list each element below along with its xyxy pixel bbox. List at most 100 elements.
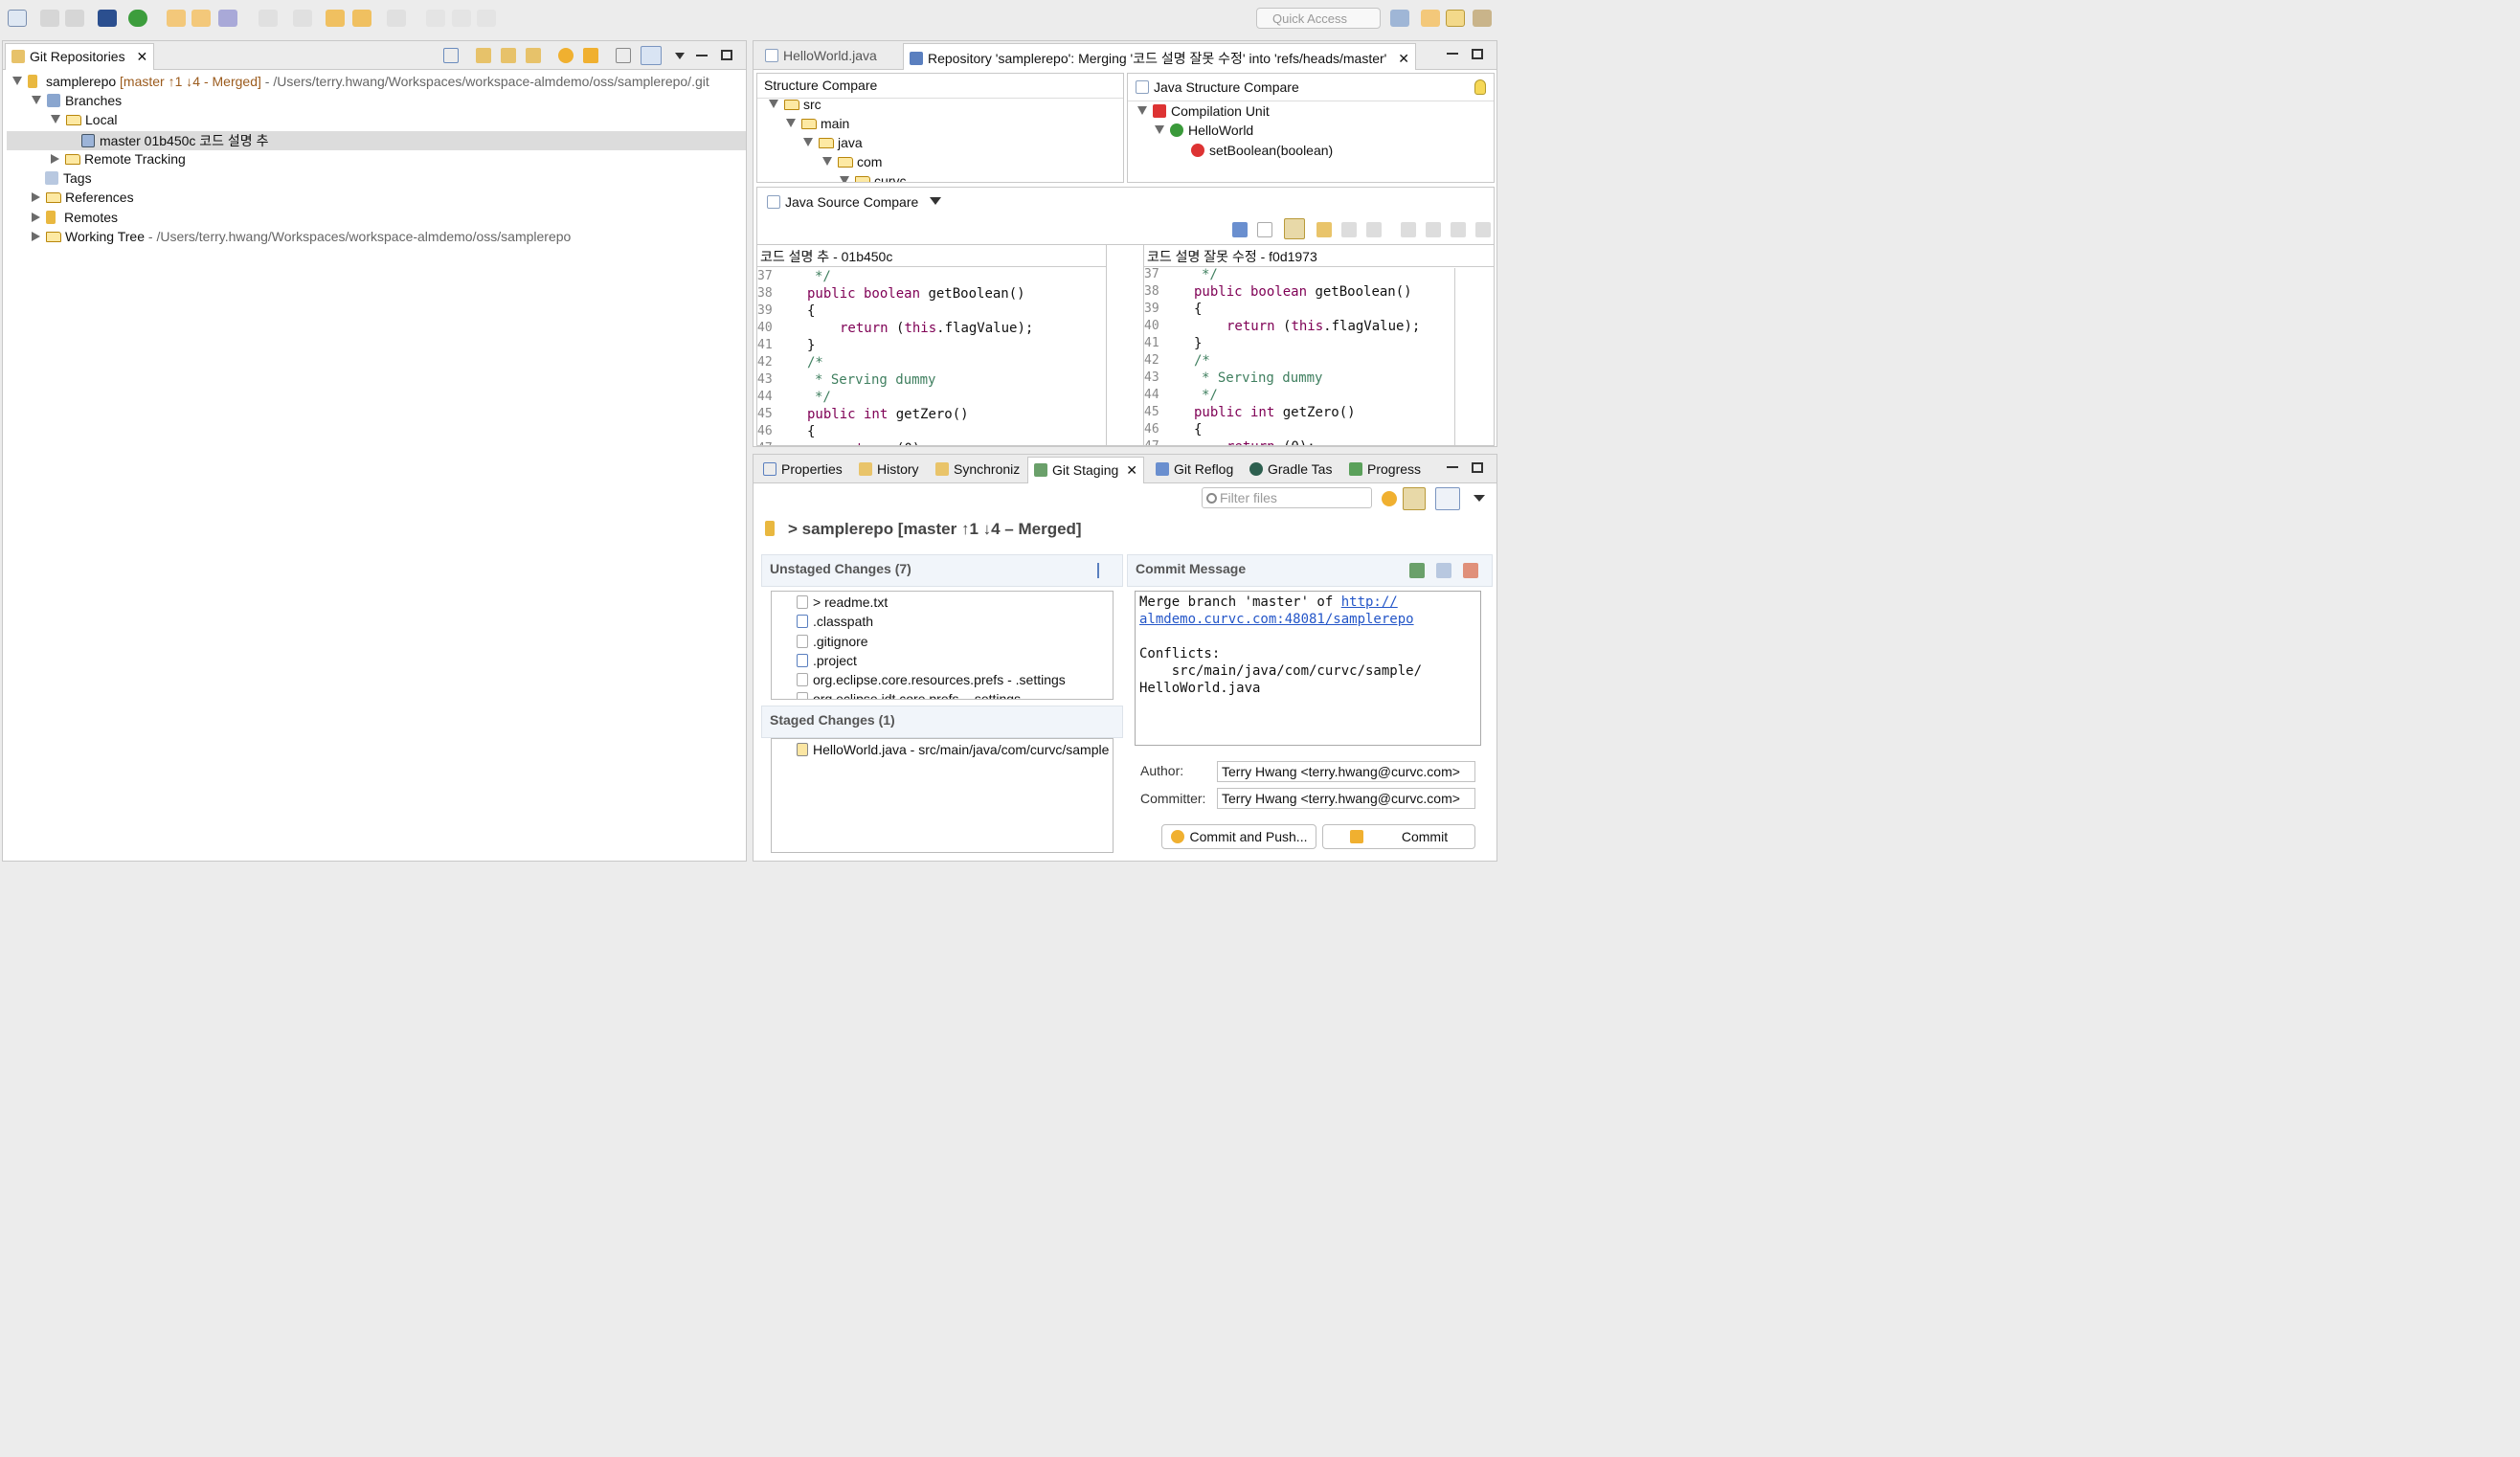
terminal-icon[interactable] <box>98 10 117 27</box>
back-icon[interactable] <box>352 10 371 27</box>
view-menu-icon[interactable] <box>675 53 685 59</box>
add-change-id-icon[interactable] <box>1463 563 1478 578</box>
prev-diff-icon[interactable] <box>1426 222 1441 237</box>
close-icon[interactable]: ✕ <box>1398 51 1409 66</box>
next-change-icon[interactable] <box>1451 222 1466 237</box>
method-node[interactable]: setBoolean(boolean) <box>1191 143 1333 162</box>
sort-icon[interactable] <box>1097 563 1113 578</box>
maximize-icon[interactable] <box>721 50 732 60</box>
quick-access-input[interactable]: Quick Access <box>1256 8 1381 29</box>
copy-all-left-icon[interactable] <box>1316 222 1332 237</box>
repo-url-link[interactable]: http:// <box>1341 594 1398 610</box>
unstaged-file[interactable]: .project <box>797 653 857 672</box>
forward-icon[interactable] <box>387 10 406 27</box>
perspective-java-icon[interactable] <box>1421 10 1440 27</box>
open-perspective-icon[interactable] <box>1390 10 1409 27</box>
save-icon[interactable] <box>40 10 59 27</box>
toolbar-misc2-icon[interactable] <box>452 10 471 27</box>
local-node[interactable]: Local <box>51 112 117 131</box>
repo-url-link[interactable]: almdemo.curvc.com:48081/samplerepo <box>1139 612 1414 627</box>
commit-message-editor[interactable]: Merge branch 'master' of http:// almdemo… <box>1135 591 1481 746</box>
signed-off-icon[interactable] <box>1409 563 1425 578</box>
tab-history[interactable]: History <box>853 459 925 483</box>
tags-node[interactable]: Tags <box>45 170 92 190</box>
add-repo-icon[interactable] <box>476 48 491 63</box>
tab-helloworld-java[interactable]: HelloWorld.java <box>759 45 883 70</box>
tab-gradle-tasks[interactable]: Gradle Tas <box>1244 459 1338 483</box>
copy-right-icon[interactable] <box>1341 222 1357 237</box>
minimize-icon[interactable] <box>1447 466 1458 468</box>
tab-git-reflog[interactable]: Git Reflog <box>1150 459 1239 483</box>
committer-field[interactable]: Terry Hwang <terry.hwang@curvc.com> <box>1217 788 1475 809</box>
chevron-down-icon[interactable] <box>930 197 942 205</box>
unstaged-file[interactable]: org.eclipse.jdt.core.prefs - .settings <box>797 691 1021 699</box>
hierarchical-icon[interactable] <box>616 48 631 63</box>
refresh-icon[interactable] <box>558 48 574 63</box>
class-node[interactable]: HelloWorld <box>1155 123 1253 142</box>
tree-curvc[interactable]: curvc <box>840 173 906 182</box>
tab-synchronize[interactable]: Synchroniz <box>930 459 1025 483</box>
clone-repo-icon[interactable] <box>501 48 516 63</box>
open-type-icon[interactable] <box>167 10 186 27</box>
perspective-git-icon[interactable] <box>1446 10 1465 27</box>
next-annotation-icon[interactable] <box>259 10 278 27</box>
unstaged-file[interactable]: .gitignore <box>797 634 868 653</box>
minimize-icon[interactable] <box>696 55 708 56</box>
open-folder-icon[interactable] <box>191 10 211 27</box>
close-icon[interactable]: ✕ <box>136 49 147 64</box>
run-icon[interactable] <box>128 10 147 27</box>
tab-git-staging[interactable]: Git Staging ✕ <box>1027 457 1144 483</box>
close-icon[interactable]: ✕ <box>1126 462 1137 478</box>
tab-progress[interactable]: Progress <box>1343 459 1427 483</box>
toolbar-misc3-icon[interactable] <box>477 10 496 27</box>
commit-button[interactable]: Commit <box>1322 824 1475 849</box>
toolbar-misc-icon[interactable] <box>426 10 445 27</box>
compilation-unit-node[interactable]: Compilation Unit <box>1137 103 1270 123</box>
minimize-icon[interactable] <box>1447 53 1458 55</box>
prev-annotation-icon[interactable] <box>293 10 312 27</box>
search-icon[interactable] <box>218 10 237 27</box>
references-node[interactable]: References <box>32 190 134 209</box>
unstaged-file[interactable]: org.eclipse.core.resources.prefs - .sett… <box>797 672 1066 691</box>
maximize-icon[interactable] <box>1472 49 1483 59</box>
refresh-icon[interactable] <box>1382 491 1397 506</box>
tab-merge-compare[interactable]: Repository 'samplerepo': Merging '코드 설명 … <box>903 43 1416 70</box>
collapse-all-icon[interactable] <box>443 48 459 63</box>
tree-src[interactable]: src <box>769 97 821 116</box>
amend-icon[interactable] <box>1436 563 1451 578</box>
remotes-node[interactable]: Remotes <box>32 210 118 229</box>
presentation-icon[interactable] <box>1435 487 1460 510</box>
repo-node[interactable]: samplerepo [master ↑1 ↓4 - Merged] - /Us… <box>12 74 709 93</box>
unstaged-file[interactable]: > readme.txt <box>797 594 888 614</box>
link-selection-icon[interactable] <box>1403 487 1426 510</box>
tree-main[interactable]: main <box>786 116 849 135</box>
right-code[interactable]: 37 */ 38 public boolean getBoolean() 39{ 4… <box>1144 266 1494 445</box>
maximize-icon[interactable] <box>1472 462 1483 473</box>
vertical-scrollbar[interactable] <box>1454 268 1455 445</box>
last-edit-icon[interactable] <box>326 10 345 27</box>
staged-file[interactable]: HelloWorld.java - src/main/java/com/curv… <box>797 742 1109 761</box>
source-compare-title[interactable]: Java Source Compare <box>767 194 942 210</box>
ancestor-pane-icon[interactable] <box>1257 222 1272 237</box>
new-icon[interactable] <box>8 10 27 27</box>
left-code[interactable]: 37 */ 38 public boolean getBoolean() 39{ 4… <box>757 268 1106 445</box>
link-editor-icon[interactable] <box>583 48 598 63</box>
lightbulb-icon[interactable] <box>1474 79 1486 95</box>
remote-tracking-node[interactable]: Remote Tracking <box>51 151 186 170</box>
create-repo-icon[interactable] <box>526 48 541 63</box>
unstaged-file[interactable]: .classpath <box>797 614 873 633</box>
author-field[interactable]: Terry Hwang <terry.hwang@curvc.com> <box>1217 761 1475 782</box>
tree-com[interactable]: com <box>822 154 882 173</box>
tab-properties[interactable]: Properties <box>757 459 848 483</box>
branches-node[interactable]: Branches <box>32 93 122 112</box>
tree-java[interactable]: java <box>803 135 863 154</box>
filter-icon[interactable] <box>641 46 662 65</box>
prev-change-icon[interactable] <box>1475 222 1491 237</box>
working-tree-node[interactable]: Working Tree - /Users/terry.hwang/Worksp… <box>32 229 571 248</box>
filter-files-input[interactable]: Filter files <box>1202 487 1372 508</box>
next-diff-icon[interactable] <box>1401 222 1416 237</box>
save-all-icon[interactable] <box>65 10 84 27</box>
perspective-team-icon[interactable] <box>1473 10 1492 27</box>
two-way-compare-icon[interactable] <box>1232 222 1248 237</box>
copy-left-icon[interactable] <box>1366 222 1382 237</box>
